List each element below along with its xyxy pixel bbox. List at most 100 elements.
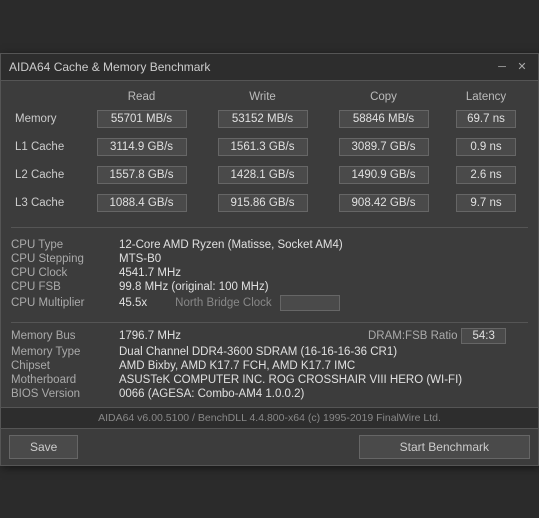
read-value-1: 3114.9 GB/s bbox=[97, 138, 187, 156]
copy-cell-0: 58846 MB/s bbox=[323, 107, 444, 131]
cpu-multiplier-value: 45.5x bbox=[119, 297, 147, 309]
cpu-clock-row: CPU Clock 4541.7 MHz bbox=[11, 266, 528, 280]
benchmark-table: Read Write Copy Latency Memory 55701 MB/… bbox=[11, 89, 528, 219]
cpu-type-label: CPU Type bbox=[11, 239, 119, 251]
title-bar: AIDA64 Cache & Memory Benchmark ─ ✕ bbox=[1, 54, 538, 81]
memory-info-section: Memory Bus 1796.7 MHz DRAM:FSB Ratio 54:… bbox=[11, 327, 528, 401]
row-label-0: Memory bbox=[11, 107, 81, 131]
cpu-multiplier-row: CPU Multiplier 45.5x North Bridge Clock bbox=[11, 294, 528, 312]
write-cell-2: 1428.1 GB/s bbox=[202, 163, 323, 187]
cpu-fsb-label: CPU FSB bbox=[11, 281, 119, 293]
table-row: L1 Cache 3114.9 GB/s 1561.3 GB/s 3089.7 … bbox=[11, 135, 528, 159]
row-label-2: L2 Cache bbox=[11, 163, 81, 187]
table-row: L3 Cache 1088.4 GB/s 915.86 GB/s 908.42 … bbox=[11, 191, 528, 215]
copy-value-3: 908.42 GB/s bbox=[339, 194, 429, 212]
dram-fsb-label: DRAM:FSB Ratio bbox=[368, 330, 457, 342]
save-button[interactable]: Save bbox=[9, 435, 78, 459]
write-value-2: 1428.1 GB/s bbox=[218, 166, 308, 184]
copy-value-0: 58846 MB/s bbox=[339, 110, 429, 128]
window-title: AIDA64 Cache & Memory Benchmark bbox=[9, 60, 210, 74]
dram-fsb-right: DRAM:FSB Ratio 54:3 bbox=[368, 328, 528, 344]
cpu-multiplier-label: CPU Multiplier bbox=[11, 297, 119, 309]
bios-label: BIOS Version bbox=[11, 388, 119, 400]
read-value-3: 1088.4 GB/s bbox=[97, 194, 187, 212]
motherboard-label: Motherboard bbox=[11, 374, 119, 386]
copy-cell-3: 908.42 GB/s bbox=[323, 191, 444, 215]
north-bridge-label: North Bridge Clock bbox=[175, 297, 272, 309]
memory-type-value: Dual Channel DDR4-3600 SDRAM (16-16-16-3… bbox=[119, 346, 528, 358]
cpu-fsb-row: CPU FSB 99.8 MHz (original: 100 MHz) bbox=[11, 280, 528, 294]
write-value-0: 53152 MB/s bbox=[218, 110, 308, 128]
divider-1 bbox=[11, 227, 528, 228]
status-bar: AIDA64 v6.00.5100 / BenchDLL 4.4.800-x64… bbox=[1, 407, 538, 428]
gap-2 bbox=[11, 312, 528, 318]
latency-value-2: 2.6 ns bbox=[456, 166, 516, 184]
table-row: Memory 55701 MB/s 53152 MB/s 58846 MB/s … bbox=[11, 107, 528, 131]
read-cell-3: 1088.4 GB/s bbox=[81, 191, 202, 215]
cpu-info-section: CPU Type 12-Core AMD Ryzen (Matisse, Soc… bbox=[11, 238, 528, 312]
cpu-multiplier-row-content: 45.5x North Bridge Clock bbox=[119, 295, 528, 311]
memory-type-row: Memory Type Dual Channel DDR4-3600 SDRAM… bbox=[11, 345, 528, 359]
copy-value-2: 1490.9 GB/s bbox=[339, 166, 429, 184]
col-latency-header: Latency bbox=[444, 89, 528, 107]
col-copy-header: Copy bbox=[323, 89, 444, 107]
col-row-label bbox=[11, 89, 81, 107]
main-content: Read Write Copy Latency Memory 55701 MB/… bbox=[1, 81, 538, 407]
write-cell-0: 53152 MB/s bbox=[202, 107, 323, 131]
memory-bus-left: Memory Bus 1796.7 MHz bbox=[11, 330, 368, 342]
col-read-header: Read bbox=[81, 89, 202, 107]
cpu-type-value: 12-Core AMD Ryzen (Matisse, Socket AM4) bbox=[119, 239, 528, 251]
chipset-value: AMD Bixby, AMD K17.7 FCH, AMD K17.7 IMC bbox=[119, 360, 528, 372]
cpu-stepping-label: CPU Stepping bbox=[11, 253, 119, 265]
latency-cell-1: 0.9 ns bbox=[444, 135, 528, 159]
north-bridge-value-box bbox=[280, 295, 340, 311]
minimize-button[interactable]: ─ bbox=[494, 60, 510, 74]
window-controls: ─ ✕ bbox=[494, 60, 530, 74]
read-cell-1: 3114.9 GB/s bbox=[81, 135, 202, 159]
row-label-1: L1 Cache bbox=[11, 135, 81, 159]
read-value-0: 55701 MB/s bbox=[97, 110, 187, 128]
latency-cell-3: 9.7 ns bbox=[444, 191, 528, 215]
cpu-stepping-value: MTS-B0 bbox=[119, 253, 528, 265]
cpu-clock-value: 4541.7 MHz bbox=[119, 267, 528, 279]
table-row: L2 Cache 1557.8 GB/s 1428.1 GB/s 1490.9 … bbox=[11, 163, 528, 187]
status-text: AIDA64 v6.00.5100 / BenchDLL 4.4.800-x64… bbox=[98, 412, 441, 424]
read-value-2: 1557.8 GB/s bbox=[97, 166, 187, 184]
cpu-type-row: CPU Type 12-Core AMD Ryzen (Matisse, Soc… bbox=[11, 238, 528, 252]
memory-bus-value: 1796.7 MHz bbox=[119, 330, 368, 342]
latency-cell-0: 69.7 ns bbox=[444, 107, 528, 131]
motherboard-value: ASUSTeK COMPUTER INC. ROG CROSSHAIR VIII… bbox=[119, 374, 528, 386]
copy-value-1: 3089.7 GB/s bbox=[339, 138, 429, 156]
main-window: AIDA64 Cache & Memory Benchmark ─ ✕ Read… bbox=[0, 53, 539, 466]
chipset-row: Chipset AMD Bixby, AMD K17.7 FCH, AMD K1… bbox=[11, 359, 528, 373]
read-cell-2: 1557.8 GB/s bbox=[81, 163, 202, 187]
latency-cell-2: 2.6 ns bbox=[444, 163, 528, 187]
write-value-3: 915.86 GB/s bbox=[218, 194, 308, 212]
bios-value: 0066 (AGESA: Combo-AM4 1.0.0.2) bbox=[119, 388, 528, 400]
copy-cell-2: 1490.9 GB/s bbox=[323, 163, 444, 187]
start-benchmark-button[interactable]: Start Benchmark bbox=[359, 435, 530, 459]
write-cell-3: 915.86 GB/s bbox=[202, 191, 323, 215]
memory-type-label: Memory Type bbox=[11, 346, 119, 358]
dram-fsb-value: 54:3 bbox=[461, 328, 505, 344]
row-label-3: L3 Cache bbox=[11, 191, 81, 215]
bios-row: BIOS Version 0066 (AGESA: Combo-AM4 1.0.… bbox=[11, 387, 528, 401]
bottom-bar: Save Start Benchmark bbox=[1, 428, 538, 465]
cpu-clock-label: CPU Clock bbox=[11, 267, 119, 279]
cpu-fsb-value: 99.8 MHz (original: 100 MHz) bbox=[119, 281, 528, 293]
col-write-header: Write bbox=[202, 89, 323, 107]
latency-value-1: 0.9 ns bbox=[456, 138, 516, 156]
close-button[interactable]: ✕ bbox=[514, 60, 530, 74]
latency-value-0: 69.7 ns bbox=[456, 110, 516, 128]
memory-bus-row: Memory Bus 1796.7 MHz DRAM:FSB Ratio 54:… bbox=[11, 327, 528, 345]
write-cell-1: 1561.3 GB/s bbox=[202, 135, 323, 159]
memory-bus-label: Memory Bus bbox=[11, 330, 119, 342]
read-cell-0: 55701 MB/s bbox=[81, 107, 202, 131]
chipset-label: Chipset bbox=[11, 360, 119, 372]
motherboard-row: Motherboard ASUSTeK COMPUTER INC. ROG CR… bbox=[11, 373, 528, 387]
write-value-1: 1561.3 GB/s bbox=[218, 138, 308, 156]
divider-2 bbox=[11, 322, 528, 323]
cpu-stepping-row: CPU Stepping MTS-B0 bbox=[11, 252, 528, 266]
copy-cell-1: 3089.7 GB/s bbox=[323, 135, 444, 159]
latency-value-3: 9.7 ns bbox=[456, 194, 516, 212]
